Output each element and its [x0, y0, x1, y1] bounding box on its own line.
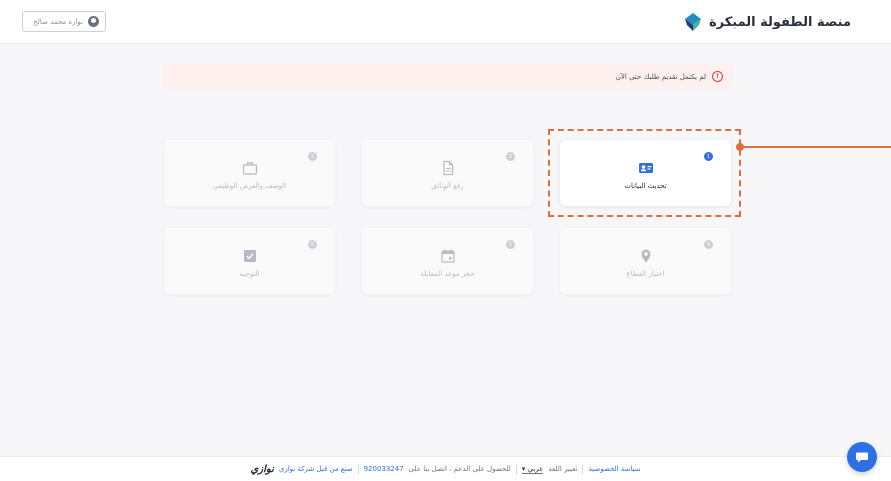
step-highlight-frame: [548, 129, 741, 217]
step-label: حجز موعد المقابلة: [420, 270, 475, 278]
top-bar: منصة الطفولة المبكرة نوارة محمد صالح: [0, 0, 891, 44]
chat-button[interactable]: [847, 442, 877, 472]
step-number-badge: 2: [506, 152, 515, 161]
step-label: رفع الوثائق: [431, 182, 464, 190]
pointer-line: [740, 146, 891, 148]
caret-down-icon: ▾: [521, 464, 526, 473]
step-number-badge: 5: [506, 240, 515, 249]
alert-message: لم يكتمل تقديم طلبك حتى الآن: [615, 72, 706, 81]
chat-bubble-icon: [856, 452, 868, 463]
support-text: للحصول على الدعم ، اتصل بنا على: [408, 465, 511, 473]
step-card-job-description[interactable]: 3 الوصف والعرض الوظيفي: [164, 140, 335, 206]
step-card-guidance[interactable]: 6 التوجيه: [164, 228, 335, 294]
footer-separator: [515, 464, 517, 474]
footer-separator: [582, 464, 584, 474]
checkbox-icon: [243, 250, 256, 262]
brand-logo: نوازي: [250, 463, 274, 475]
logo-icon: [684, 13, 701, 31]
logo-text: منصة الطفولة المبكرة: [708, 14, 851, 30]
support-phone-link[interactable]: 920033247: [364, 465, 404, 473]
document-icon: [442, 160, 453, 176]
step-card-upload-documents[interactable]: 2 رفع الوثائق: [362, 140, 533, 206]
footer-separator: [357, 464, 359, 474]
calendar-icon: [440, 249, 455, 263]
step-label: اختيار القطاع: [626, 270, 665, 278]
step-label: الوصف والعرض الوظيفي: [212, 182, 287, 190]
privacy-policy-link[interactable]: سياسة الخصوصية: [588, 465, 640, 473]
step-number-badge: 4: [704, 240, 713, 249]
user-avatar-icon: [88, 16, 99, 27]
briefcase-icon: [242, 162, 257, 175]
location-pin-icon: [641, 249, 650, 263]
user-menu-button[interactable]: نوارة محمد صالح: [22, 11, 106, 32]
user-name: نوارة محمد صالح: [33, 17, 83, 26]
logo[interactable]: منصة الطفولة المبكرة: [683, 12, 851, 32]
step-label: التوجيه: [239, 270, 260, 278]
made-by-link[interactable]: صنع من قبل شركة نوازي: [279, 465, 353, 473]
step-card-choose-sector[interactable]: 4 اختيار القطاع: [560, 228, 731, 294]
step-card-book-interview[interactable]: 5 حجز موعد المقابلة: [362, 228, 533, 294]
step-number-badge: 6: [308, 240, 317, 249]
incomplete-application-alert: ! لم يكتمل تقديم طلبك حتى الآن: [163, 64, 733, 89]
pointer-dot: [736, 143, 744, 151]
language-label: تغيير اللغة: [548, 465, 578, 473]
step-number-badge: 3: [308, 152, 317, 161]
language-value: عربي: [527, 464, 544, 473]
language-select[interactable]: عربي ▾: [521, 464, 544, 474]
alert-icon: !: [712, 71, 723, 82]
footer: سياسة الخصوصية تغيير اللغة عربي ▾ للحصول…: [0, 456, 891, 481]
